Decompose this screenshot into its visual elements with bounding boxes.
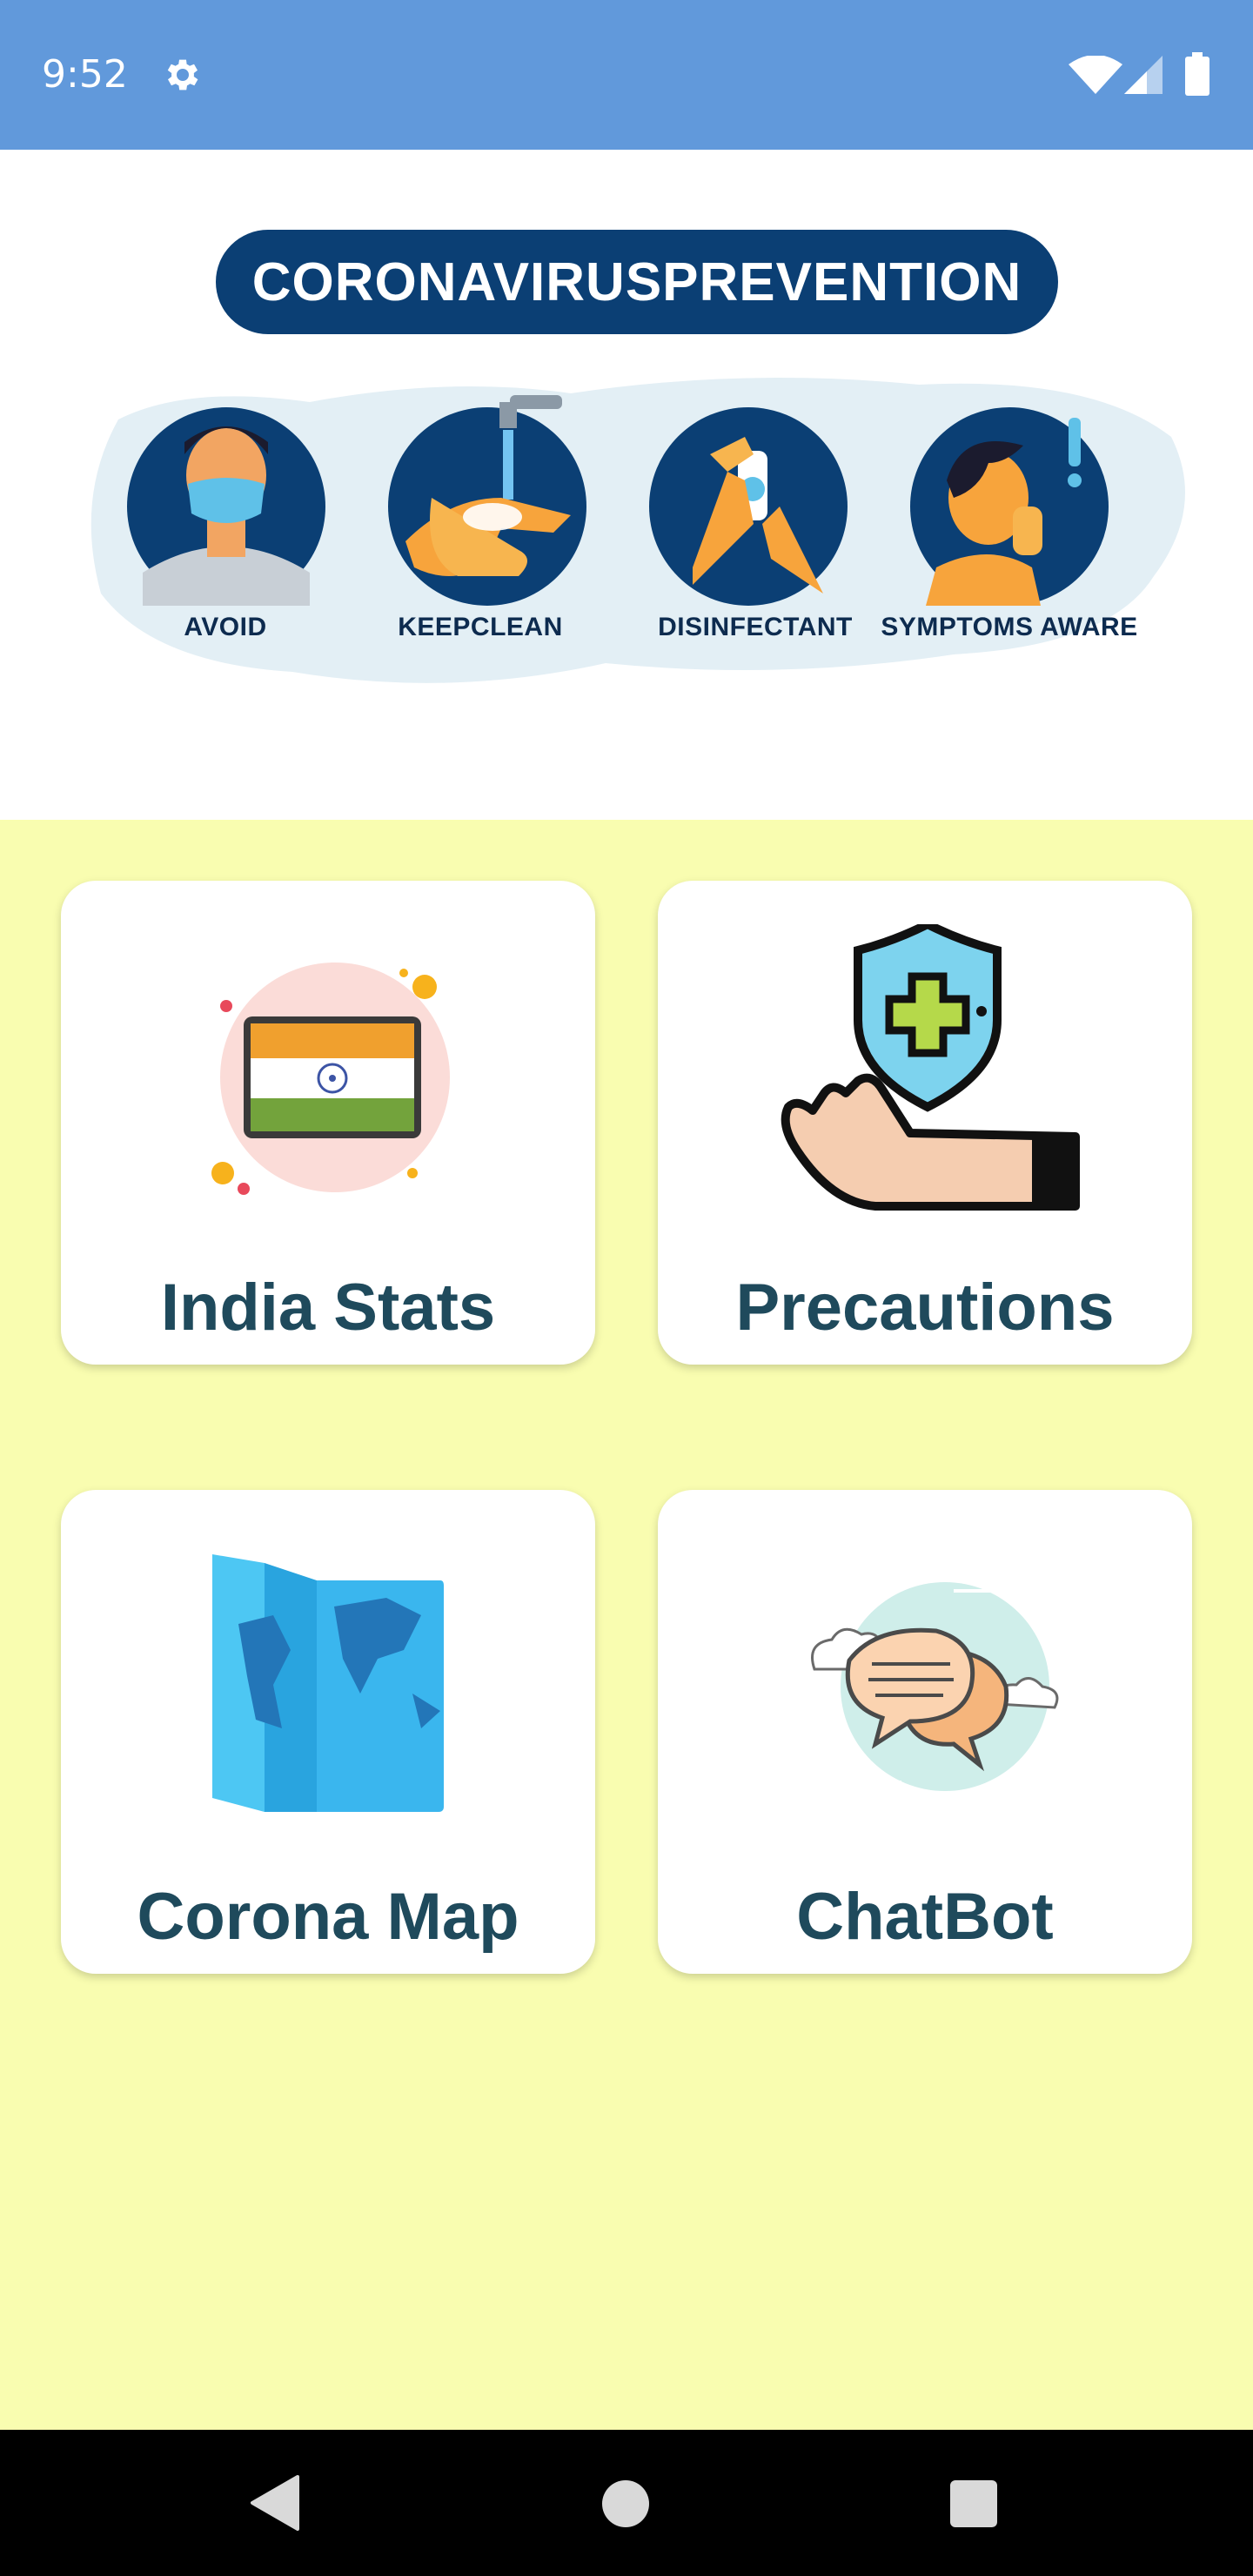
chat-bubbles-icon xyxy=(811,1582,1059,1791)
banner-title: CORONAVIRUSPREVENTION xyxy=(251,252,1022,312)
corona-map-label: Corona Map xyxy=(137,1880,519,1954)
recent-apps-icon[interactable] xyxy=(950,2480,997,2527)
india-stats-label: India Stats xyxy=(160,1271,496,1345)
india-flag-icon xyxy=(211,963,450,1195)
status-bar: 9:52 xyxy=(0,0,1253,150)
precautions-label: Precautions xyxy=(735,1271,1115,1345)
prevention-illustration xyxy=(90,378,1185,683)
gear-icon xyxy=(167,59,198,91)
shield-hand-icon xyxy=(781,924,1080,1211)
india-stats-card[interactable]: India Stats xyxy=(61,881,595,1365)
status-time: 9:52 xyxy=(42,52,128,97)
step-label-keepclean: KEEPCLEAN xyxy=(398,613,563,641)
precautions-card[interactable]: Precautions xyxy=(658,881,1192,1365)
banner-title-pill: CORONAVIRUSPREVENTION xyxy=(216,230,1058,334)
coughing-person-icon xyxy=(910,407,1109,606)
system-nav-bar xyxy=(0,2430,1253,2576)
signal-icon xyxy=(1124,56,1163,94)
chatbot-label: ChatBot xyxy=(796,1880,1054,1954)
step-label-symptoms-aware: SYMPTOMS AWARE xyxy=(881,613,1138,641)
chatbot-card[interactable]: ChatBot xyxy=(658,1490,1192,1974)
battery-icon xyxy=(1185,52,1209,96)
mask-person-icon xyxy=(127,407,325,606)
wifi-icon xyxy=(1069,56,1122,94)
menu-grid: India Stats Precautions Corona Map ChatB… xyxy=(0,820,1253,2430)
step-label-avoid: AVOID xyxy=(184,613,267,641)
prevention-banner: CORONAVIRUSPREVENTION AVOID KEEPCLEAN DI… xyxy=(0,150,1253,820)
corona-map-card[interactable]: Corona Map xyxy=(61,1490,595,1974)
step-label-disinfectant: DISINFECTANT xyxy=(658,613,853,641)
map-icon xyxy=(212,1554,444,1812)
sanitizer-icon xyxy=(649,407,848,606)
back-icon[interactable] xyxy=(249,2473,301,2532)
home-icon[interactable] xyxy=(602,2480,649,2527)
